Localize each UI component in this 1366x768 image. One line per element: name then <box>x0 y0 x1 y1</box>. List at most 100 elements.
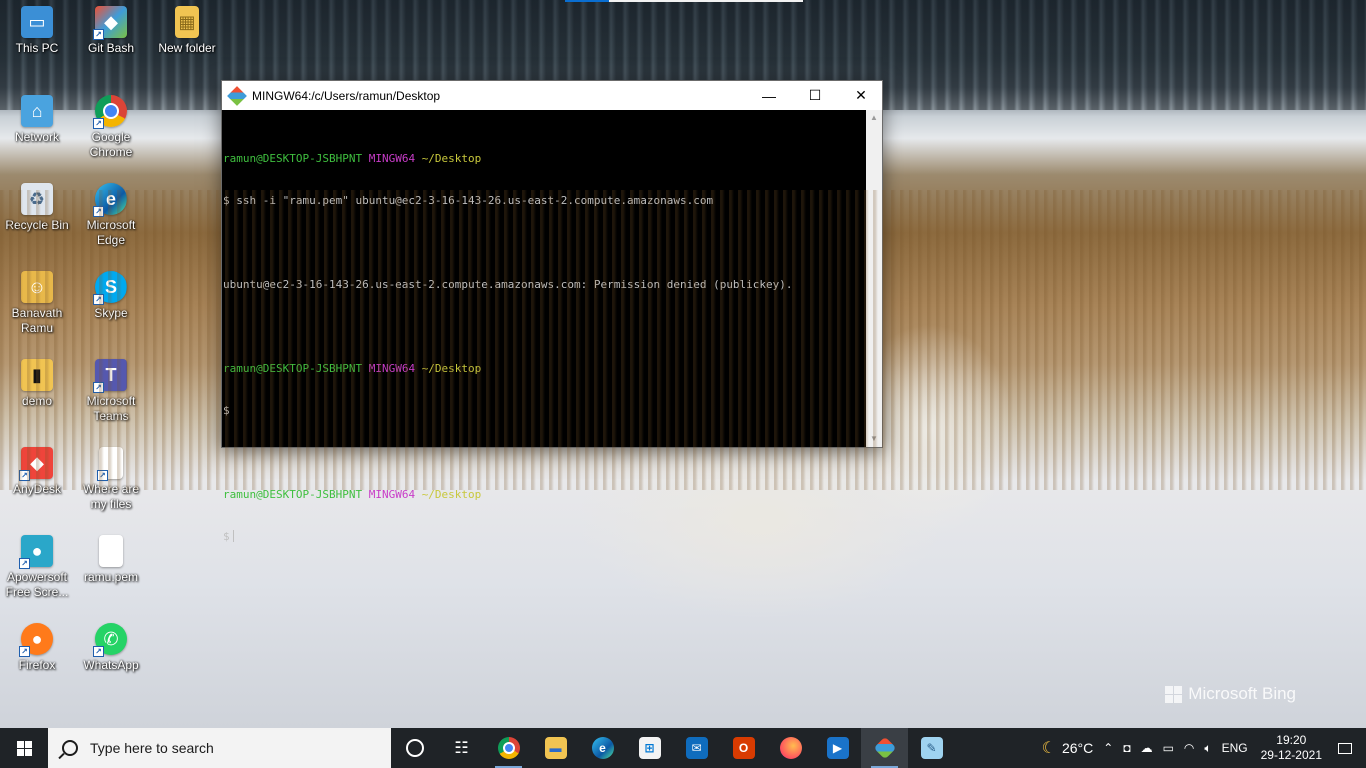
computer-icon: ▭ <box>21 6 53 38</box>
desktop-icon-label: WhatsApp <box>83 658 139 672</box>
taskbar-git-bash[interactable] <box>861 728 908 768</box>
desktop-icon-ramu-pem[interactable]: ramu.pem <box>74 535 148 585</box>
show-hidden-icons-button[interactable]: ⌃ <box>1098 728 1118 768</box>
network-button[interactable]: ◠ <box>1179 728 1199 768</box>
desktop-icon-label: Apowersoft Free Scre... <box>5 570 69 599</box>
taskbar-office[interactable]: O <box>720 728 767 768</box>
command-line: $ <box>223 404 230 417</box>
folder-icon: ▬ <box>544 737 567 759</box>
taskbar-search-box[interactable]: Type here to search <box>48 728 391 768</box>
windows-logo-icon <box>1165 685 1183 703</box>
maximize-button[interactable]: ☐ <box>792 81 838 110</box>
desktop-icon-apowersoft[interactable]: ● ↗ Apowersoft Free Scre... <box>0 535 74 600</box>
media-player-icon: ▶ <box>826 737 849 759</box>
taskbar-firefox[interactable] <box>767 728 814 768</box>
desktop-icon-skype[interactable]: S ↗ Skype <box>74 271 148 321</box>
desktop-icon-git-bash[interactable]: ◆ ↗ Git Bash <box>74 6 148 56</box>
desktop-icon-microsoft-teams[interactable]: T ↗ Microsoft Teams <box>74 359 148 424</box>
desktop-icon-label: New folder <box>158 41 216 55</box>
desktop-icon-label: This PC <box>15 41 59 55</box>
prompt-line: ramun@DESKTOP-JSBHPNT MINGW64 ~/Desktop <box>223 362 482 375</box>
desktop-icon-this-pc[interactable]: ▭ This PC <box>0 6 74 56</box>
git-bash-icon: ◆ ↗ <box>93 6 127 40</box>
onedrive-button[interactable]: ☁ <box>1136 728 1158 768</box>
file-icon: ▮ <box>21 359 53 391</box>
desktop-icon-label: Microsoft Teams <box>86 394 136 423</box>
desktop-icon-banavath-ramu[interactable]: ☺ Banavath Ramu <box>0 271 74 336</box>
input-language-button[interactable]: ENG <box>1217 728 1253 768</box>
scroll-up-icon[interactable]: ▲ <box>866 110 882 126</box>
desktop-icon-firefox[interactable]: ● ↗ Firefox <box>0 623 74 673</box>
timeline-icon: ☷ <box>454 740 469 757</box>
notepad-icon: ✎ <box>920 737 943 759</box>
timeline-button[interactable]: ☷ <box>438 728 485 768</box>
taskbar-media-player[interactable]: ▶ <box>814 728 861 768</box>
prompt-line: ramun@DESKTOP-JSBHPNT MINGW64 ~/Desktop <box>223 488 482 501</box>
start-button[interactable] <box>0 728 48 768</box>
cloud-icon: ☁ <box>1140 741 1153 755</box>
document-icon: ↗ <box>97 447 123 481</box>
desktop-icon-whatsapp[interactable]: ✆ ↗ WhatsApp <box>74 623 148 673</box>
terminal-scrollbar[interactable]: ▲ ▼ <box>866 110 882 447</box>
desktop-icon-label: Network <box>14 130 59 144</box>
terminal-window[interactable]: MINGW64:/c/Users/ramun/Desktop — ☐ ✕ ram… <box>221 80 883 543</box>
recycle-bin-icon: ♻ <box>21 183 53 215</box>
minimize-button[interactable]: — <box>746 81 792 110</box>
desktop-icon-anydesk[interactable]: ◆ ↗ AnyDesk <box>0 447 74 497</box>
taskbar-file-explorer[interactable]: ▬ <box>532 728 579 768</box>
desktop-icon-network[interactable]: ⌂ Network <box>0 95 74 145</box>
taskbar-edge[interactable]: e <box>579 728 626 768</box>
clock-time: 19:20 <box>1276 733 1307 747</box>
apowersoft-icon: ● ↗ <box>19 535 53 569</box>
teams-icon: T ↗ <box>93 359 127 393</box>
weather-moon-icon: ☾ <box>1041 740 1056 757</box>
close-button[interactable]: ✕ <box>838 81 884 110</box>
taskbar-store[interactable]: ⊞ <box>626 728 673 768</box>
desktop-icon-label: Microsoft Edge <box>86 218 136 247</box>
prompt-line: ramun@DESKTOP-JSBHPNT MINGW64 ~/Desktop <box>223 152 482 165</box>
office-icon: O <box>732 737 755 759</box>
desktop-icon-where-are-my-files[interactable]: ↗ Where are my files <box>74 447 148 512</box>
search-placeholder: Type here to search <box>90 740 214 756</box>
firefox-icon <box>779 737 802 759</box>
terminal-output[interactable]: ramun@DESKTOP-JSBHPNT MINGW64 ~/Desktop … <box>222 110 867 543</box>
desktop-icon-recycle-bin[interactable]: ♻ Recycle Bin <box>0 183 74 233</box>
error-line: ubuntu@ec2-3-16-143-26.us-east-2.compute… <box>223 278 793 291</box>
battery-icon: ▭ <box>1162 741 1174 755</box>
chevron-up-icon: ⌃ <box>1103 741 1114 755</box>
clock-date: 29-12-2021 <box>1260 748 1322 762</box>
anydesk-icon: ◆ ↗ <box>19 447 53 481</box>
meet-now-button[interactable]: ◘ <box>1118 728 1135 768</box>
store-icon: ⊞ <box>638 737 661 759</box>
desktop-icon-label: Firefox <box>18 658 56 672</box>
desktop-background: ▭ This PC ⌂ Network ♻ Recycle Bin ☺ Bana… <box>0 0 1366 728</box>
taskbar-chrome[interactable] <box>485 728 532 768</box>
scroll-down-icon[interactable]: ▼ <box>866 431 882 447</box>
action-center-icon <box>1338 742 1352 754</box>
edge-icon: e ↗ <box>93 183 127 217</box>
taskbar-mail[interactable]: ✉ <box>673 728 720 768</box>
weather-widget[interactable]: ☾ 26°C <box>1037 728 1099 768</box>
desktop-icon-label: AnyDesk <box>12 482 62 496</box>
volume-button[interactable]: 🔈︎ <box>1199 728 1216 768</box>
chrome-icon <box>497 737 520 759</box>
windows-logo-icon <box>16 740 32 756</box>
task-view-button[interactable] <box>391 728 438 768</box>
desktop-icon-demo[interactable]: ▮ demo <box>0 359 74 409</box>
bing-watermark: Microsoft Bing <box>1165 684 1296 704</box>
folder-icon: ▦ <box>175 6 199 38</box>
battery-button[interactable]: ▭ <box>1158 728 1179 768</box>
desktop-icon-label: Skype <box>94 306 128 320</box>
desktop-icon-google-chrome[interactable]: ↗ Google Chrome <box>74 95 148 160</box>
input-line[interactable]: $ <box>223 530 867 544</box>
edge-icon: e <box>591 737 614 759</box>
desktop-icon-new-folder[interactable]: ▦ New folder <box>150 6 224 56</box>
desktop-icon-microsoft-edge[interactable]: e ↗ Microsoft Edge <box>74 183 148 248</box>
taskbar-notepad[interactable]: ✎ <box>908 728 955 768</box>
clock[interactable]: 19:20 29-12-2021 <box>1253 728 1330 768</box>
mail-icon: ✉ <box>685 737 708 759</box>
terminal-titlebar[interactable]: MINGW64:/c/Users/ramun/Desktop — ☐ ✕ <box>222 81 882 110</box>
notifications-button[interactable] <box>1330 728 1366 768</box>
